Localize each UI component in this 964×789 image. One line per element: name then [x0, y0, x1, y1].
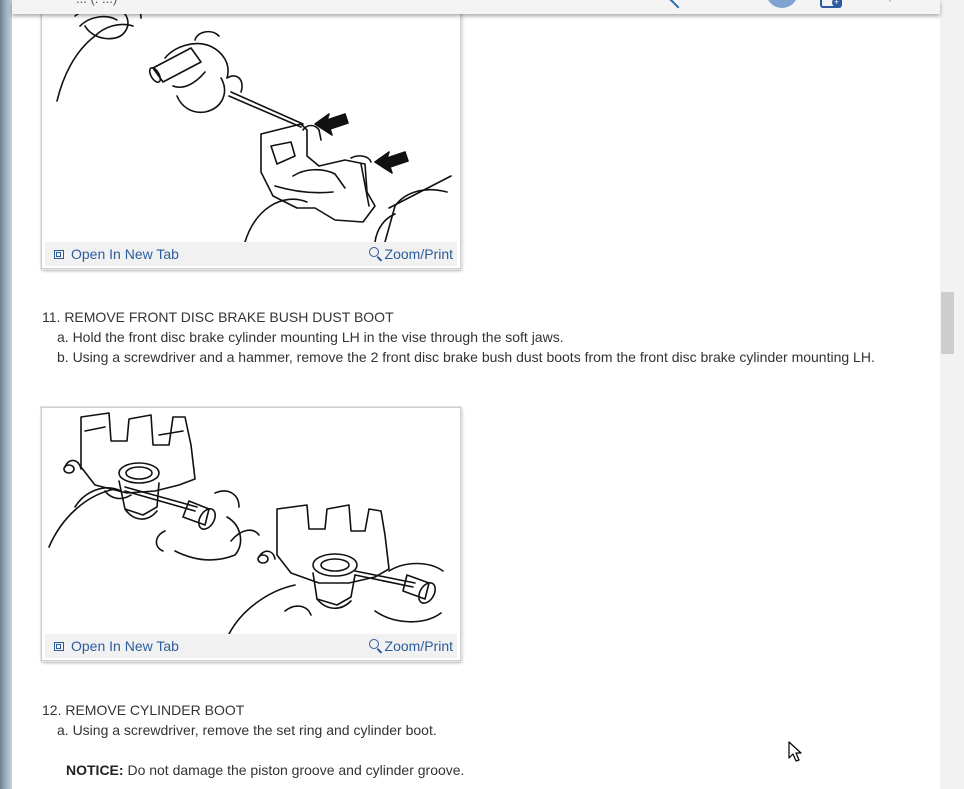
top-toolbar: ... (. ...) , + — [12, 0, 940, 14]
toolbar-trailing-mark: , — [888, 0, 892, 3]
user-avatar[interactable] — [766, 0, 798, 8]
scrollbar-thumb[interactable] — [941, 292, 954, 354]
open-new-tab-icon — [54, 250, 64, 259]
notice-text: NOTICE: Do not damage the piston groove … — [66, 762, 464, 778]
open-in-new-tab-link[interactable]: Open In New Tab — [54, 246, 179, 262]
open-in-new-tab-label: Open In New Tab — [71, 638, 179, 654]
back-arrow-icon[interactable] — [669, 0, 687, 9]
open-in-new-tab-label: Open In New Tab — [71, 246, 179, 262]
magnifier-icon — [368, 247, 379, 257]
open-new-tab-icon — [54, 642, 64, 651]
window-left-edge — [0, 0, 12, 789]
notice-body: Do not damage the piston groove and cyli… — [123, 762, 465, 778]
magnifier-icon — [368, 639, 379, 649]
figure-toolbar: Open In New Tab Zoom/Print — [45, 634, 457, 658]
figure-bush-dust-boot: Open In New Tab Zoom/Print — [41, 407, 461, 661]
zoom-print-link[interactable]: Zoom/Print — [368, 246, 453, 262]
scrollbar-track[interactable] — [940, 0, 964, 789]
step-11-item-b: b. Using a screwdriver and a hammer, rem… — [57, 349, 875, 365]
step-11-heading: 11. REMOVE FRONT DISC BRAKE BUSH DUST BO… — [42, 309, 394, 325]
step-12-item-a: a. Using a screwdriver, remove the set r… — [57, 722, 437, 738]
step-11-item-a: a. Hold the front disc brake cylinder mo… — [57, 329, 564, 345]
open-in-new-tab-link[interactable]: Open In New Tab — [54, 638, 179, 654]
figure-slide-pin: Open In New Tab Zoom/Print — [41, 0, 461, 269]
zoom-print-link[interactable]: Zoom/Print — [368, 638, 453, 654]
brake-caliper-slide-pin-illustration — [45, 0, 457, 242]
toolbar-title-fragment: ... (. ...) — [76, 0, 117, 6]
zoom-print-label: Zoom/Print — [384, 638, 453, 654]
notice-label: NOTICE: — [66, 762, 124, 778]
mouse-pointer-icon — [788, 741, 802, 762]
brake-bush-dust-boot-illustration — [45, 411, 457, 634]
zoom-print-label: Zoom/Print — [384, 246, 453, 262]
step-12-heading: 12. REMOVE CYLINDER BOOT — [42, 702, 245, 718]
figure-toolbar: Open In New Tab Zoom/Print — [45, 242, 457, 266]
